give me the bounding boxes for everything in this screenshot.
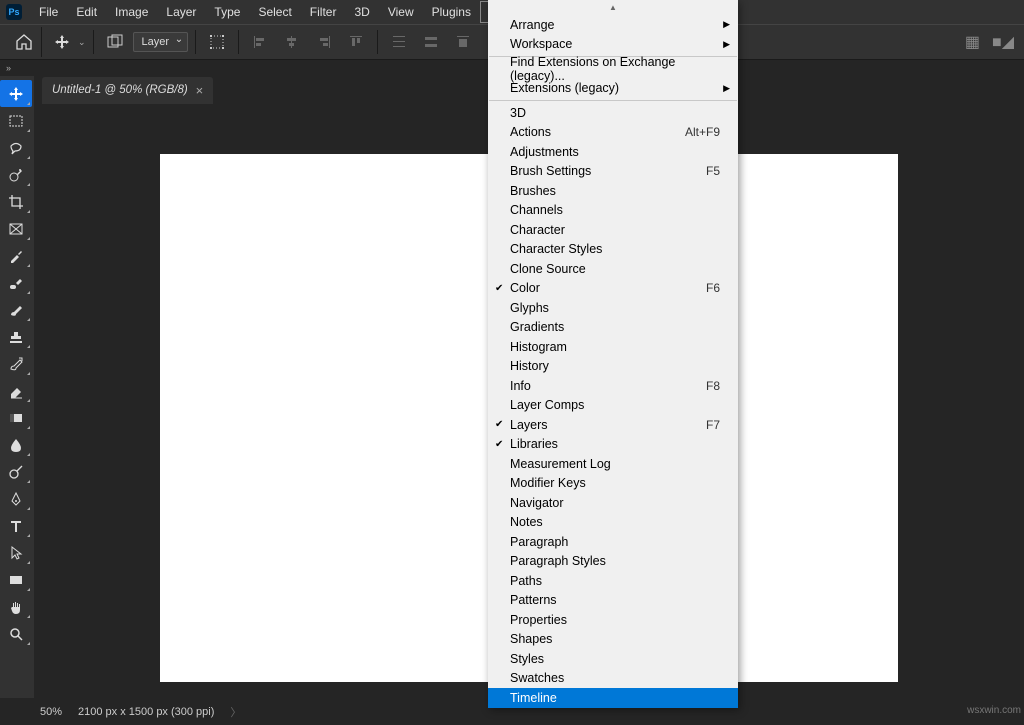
align-right-icon [310, 30, 338, 54]
menu-item-properties[interactable]: Properties [488, 610, 738, 630]
menu-item-measurement-log[interactable]: Measurement Log [488, 454, 738, 474]
menu-item-actions[interactable]: ActionsAlt+F9 [488, 123, 738, 143]
menu-item-find-extensions-on-exchange-legacy-[interactable]: Find Extensions on Exchange (legacy)... [488, 59, 738, 79]
hand-tool[interactable] [0, 593, 32, 620]
menu-item-color[interactable]: ✔ColorF6 [488, 279, 738, 299]
document-tab[interactable]: Untitled-1 @ 50% (RGB/8) × [42, 77, 213, 104]
menu-scroll-up-icon[interactable]: ▲ [488, 0, 738, 15]
layer-select-dropdown[interactable]: Layer [133, 32, 189, 52]
menu-item-modifier-keys[interactable]: Modifier Keys [488, 474, 738, 494]
menu-item-paragraph-styles[interactable]: Paragraph Styles [488, 552, 738, 572]
menu-file[interactable]: File [30, 1, 67, 23]
menu-item-character-styles[interactable]: Character Styles [488, 240, 738, 260]
zoom-level[interactable]: 50% [40, 706, 62, 718]
menu-separator [489, 100, 737, 101]
dodge-tool[interactable] [0, 458, 32, 485]
menu-item-shapes[interactable]: Shapes [488, 630, 738, 650]
window-menu-dropdown: ▲ Arrange▶Workspace▶ Find Extensions on E… [488, 0, 738, 708]
menu-3d[interactable]: 3D [345, 1, 378, 23]
stamp-tool[interactable] [0, 323, 32, 350]
eyedropper-tool[interactable] [0, 242, 32, 269]
marquee-tool[interactable] [0, 107, 32, 134]
tools-panel [0, 76, 34, 698]
move-tool[interactable] [0, 80, 32, 107]
frame-tool[interactable] [0, 215, 32, 242]
menu-filter[interactable]: Filter [301, 1, 346, 23]
menu-item-layer-comps[interactable]: Layer Comps [488, 396, 738, 416]
document-dimensions[interactable]: 2100 px x 1500 px (300 ppi) [78, 706, 214, 718]
home-button[interactable] [6, 27, 42, 57]
app-icon[interactable]: Ps [6, 4, 22, 20]
menu-item-arrange[interactable]: Arrange▶ [488, 15, 738, 35]
menu-item-3d[interactable]: 3D [488, 103, 738, 123]
brush-tool[interactable] [0, 296, 32, 323]
expand-panels-icon: » [6, 63, 11, 73]
path-select-tool[interactable] [0, 539, 32, 566]
auto-select-icon[interactable] [101, 30, 129, 54]
crop-tool[interactable] [0, 188, 32, 215]
menu-item-timeline[interactable]: Timeline [488, 688, 738, 708]
lasso-tool[interactable] [0, 134, 32, 161]
menu-item-paths[interactable]: Paths [488, 571, 738, 591]
menu-item-brushes[interactable]: Brushes [488, 181, 738, 201]
menu-plugins[interactable]: Plugins [423, 1, 480, 23]
transform-controls-icon[interactable] [203, 30, 231, 54]
share-icon[interactable]: ▦ [965, 32, 980, 52]
watermark: wsxwin.com [967, 705, 1021, 716]
healing-tool[interactable] [0, 269, 32, 296]
document-tab-title: Untitled-1 @ 50% (RGB/8) [52, 84, 188, 96]
eraser-tool[interactable] [0, 377, 32, 404]
blur-tool[interactable] [0, 431, 32, 458]
menu-select[interactable]: Select [249, 1, 300, 23]
menu-item-history[interactable]: History [488, 357, 738, 377]
history-brush-tool[interactable] [0, 350, 32, 377]
menu-item-clone-source[interactable]: Clone Source [488, 259, 738, 279]
menu-item-brush-settings[interactable]: Brush SettingsF5 [488, 162, 738, 182]
menu-item-extensions-legacy-[interactable]: Extensions (legacy)▶ [488, 79, 738, 99]
distribute-center-icon [417, 30, 445, 54]
quick-select-tool[interactable] [0, 161, 32, 188]
menu-item-patterns[interactable]: Patterns [488, 591, 738, 611]
menu-item-adjustments[interactable]: Adjustments [488, 142, 738, 162]
camera-icon[interactable]: ■◢ [992, 32, 1014, 52]
menu-item-character[interactable]: Character [488, 220, 738, 240]
move-tool-icon[interactable] [48, 30, 76, 54]
menu-item-histogram[interactable]: Histogram [488, 337, 738, 357]
menu-item-layers[interactable]: ✔LayersF7 [488, 415, 738, 435]
menu-item-glyphs[interactable]: Glyphs [488, 298, 738, 318]
align-center-h-icon [278, 30, 306, 54]
gradient-tool[interactable] [0, 404, 32, 431]
menu-layer[interactable]: Layer [157, 1, 205, 23]
rectangle-tool[interactable] [0, 566, 32, 593]
zoom-tool[interactable] [0, 620, 32, 647]
align-top-icon [342, 30, 370, 54]
menu-view[interactable]: View [379, 1, 423, 23]
distribute-top-icon [385, 30, 413, 54]
menu-item-swatches[interactable]: Swatches [488, 669, 738, 689]
align-left-icon [246, 30, 274, 54]
menu-item-paragraph[interactable]: Paragraph [488, 532, 738, 552]
menu-item-workspace[interactable]: Workspace▶ [488, 35, 738, 55]
status-chevron-icon[interactable]: 〉 [230, 704, 241, 720]
close-tab-icon[interactable]: × [196, 83, 204, 98]
menu-item-info[interactable]: InfoF8 [488, 376, 738, 396]
distribute-bottom-icon [449, 30, 477, 54]
type-tool[interactable] [0, 512, 32, 539]
menu-image[interactable]: Image [106, 1, 157, 23]
menu-item-navigator[interactable]: Navigator [488, 493, 738, 513]
menu-item-channels[interactable]: Channels [488, 201, 738, 221]
menu-type[interactable]: Type [205, 1, 249, 23]
pen-tool[interactable] [0, 485, 32, 512]
menu-item-libraries[interactable]: ✔Libraries [488, 435, 738, 455]
menu-item-styles[interactable]: Styles [488, 649, 738, 669]
menu-item-gradients[interactable]: Gradients [488, 318, 738, 338]
menu-edit[interactable]: Edit [67, 1, 106, 23]
menu-item-notes[interactable]: Notes [488, 513, 738, 533]
